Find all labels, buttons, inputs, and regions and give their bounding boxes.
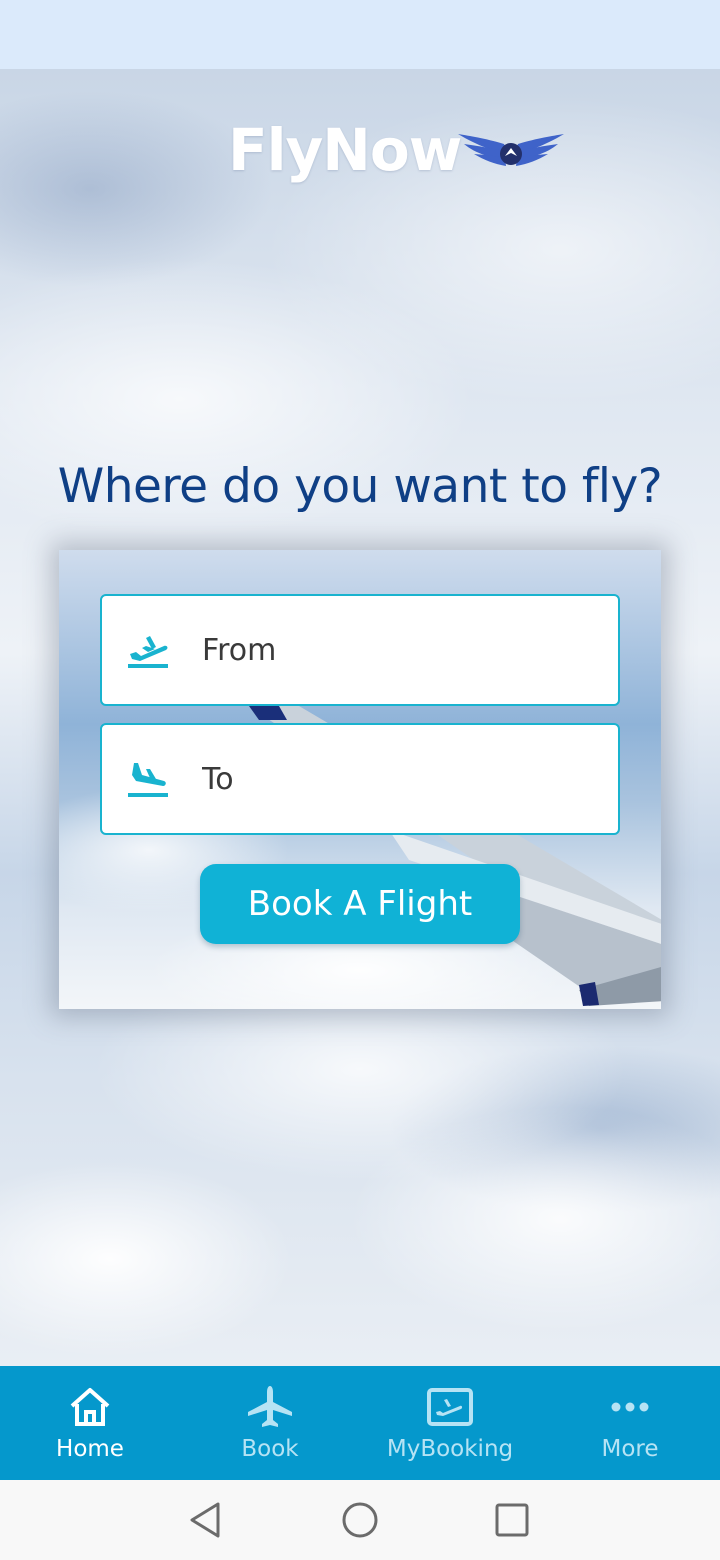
winged-logo-icon (458, 134, 564, 166)
headline: Where do you want to fly? (57, 459, 663, 514)
airplane-icon (248, 1386, 292, 1427)
takeoff-icon (128, 636, 168, 668)
nav-item-more[interactable]: More (540, 1366, 720, 1480)
home-icon (70, 1388, 110, 1426)
nav-label-more: More (601, 1436, 659, 1462)
to-input[interactable] (202, 725, 602, 833)
search-card: Book A Flight (59, 550, 661, 1009)
nav-item-home[interactable]: Home (0, 1366, 180, 1480)
back-triangle-icon[interactable] (186, 1500, 226, 1540)
bottom-nav: Home Book MyBooking More (0, 1366, 720, 1480)
book-a-flight-button[interactable]: Book A Flight (200, 864, 520, 944)
nav-item-book[interactable]: Book (180, 1366, 360, 1480)
nav-label-mybooking: MyBooking (386, 1436, 514, 1462)
ticket-icon (427, 1388, 473, 1426)
from-input[interactable] (202, 596, 602, 704)
brand-header: FlyNow (0, 116, 720, 196)
system-navigation-bar (0, 1480, 720, 1560)
hero-background: FlyNow Where do you want to fly? From To… (0, 69, 720, 1366)
status-bar (0, 0, 720, 69)
home-circle-icon[interactable] (340, 1500, 380, 1540)
nav-item-mybooking[interactable]: MyBooking (360, 1366, 540, 1480)
brand-name: FlyNow (228, 116, 462, 184)
landing-icon (128, 763, 168, 797)
nav-label-book: Book (241, 1436, 299, 1462)
nav-label-home: Home (56, 1436, 124, 1462)
from-field[interactable] (100, 594, 620, 706)
to-field[interactable] (100, 723, 620, 835)
more-dots-icon (611, 1402, 649, 1412)
recents-square-icon[interactable] (492, 1500, 532, 1540)
